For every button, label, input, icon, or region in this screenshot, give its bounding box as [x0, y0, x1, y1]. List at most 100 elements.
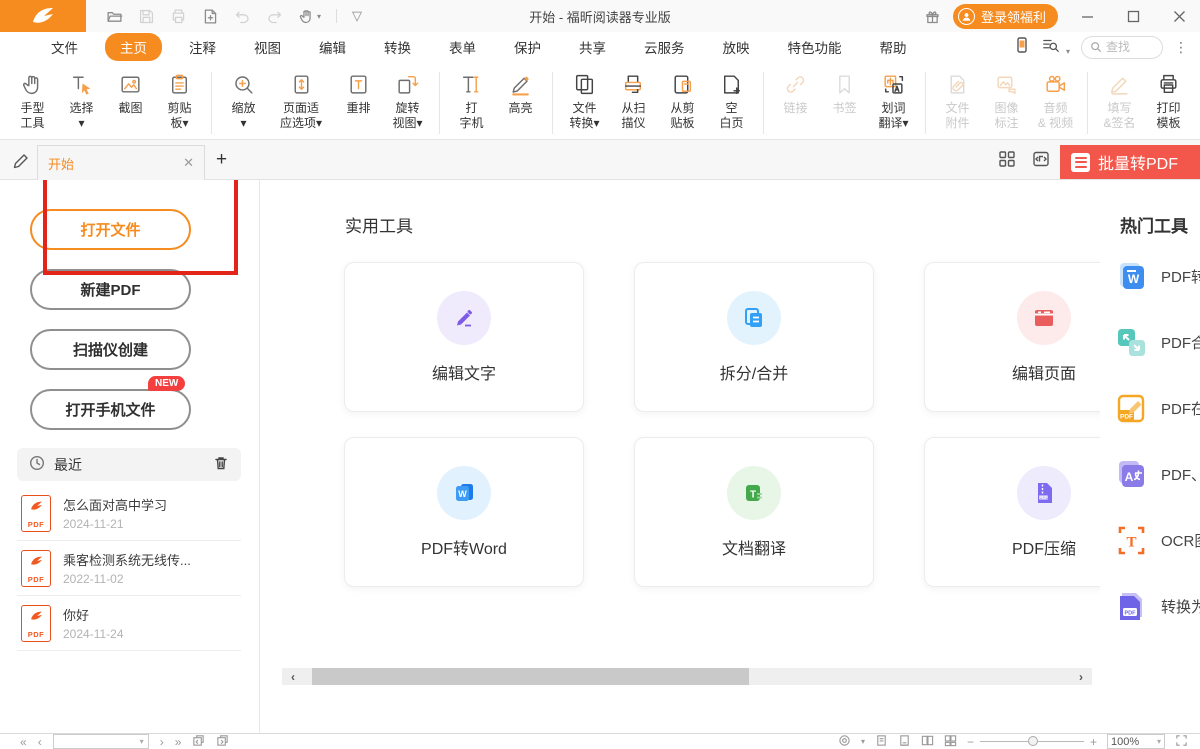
menu-features[interactable]: 特色功能 — [788, 33, 842, 61]
minimize-button[interactable] — [1070, 3, 1104, 29]
login-button[interactable]: 登录领福利 — [953, 4, 1058, 29]
previous-view-icon[interactable] — [192, 734, 205, 749]
search-list-icon[interactable]: ▾ — [1042, 36, 1070, 59]
zoom-level-select[interactable]: 100% ▾ — [1107, 734, 1165, 749]
recent-file-row[interactable]: PDF 乘客检测系统无线传... 2022-11-02 — [17, 541, 241, 596]
tab-close-icon[interactable]: ✕ — [183, 155, 194, 171]
fullscreen-icon[interactable] — [1175, 734, 1188, 749]
close-button[interactable] — [1162, 3, 1196, 29]
menu-form[interactable]: 表单 — [449, 33, 476, 61]
ribbon-from-clipboard[interactable]: 从剪贴板 — [659, 71, 706, 131]
customize-toolbar-icon[interactable]: ▽ — [352, 8, 362, 24]
tab-label: 开始 — [48, 154, 74, 173]
ribbon-rotate-view[interactable]: 旋转视图▾ — [384, 71, 431, 131]
ribbon-select[interactable]: 选择▾ — [58, 71, 105, 131]
zoom-in-icon[interactable]: + — [1090, 735, 1097, 749]
svg-text:PDF: PDF — [1039, 495, 1048, 500]
ribbon-typewriter[interactable]: 打字机 — [448, 71, 495, 131]
next-view-icon[interactable] — [216, 734, 229, 749]
card-pdf-to-word[interactable]: W PDF转Word — [344, 437, 584, 587]
collapse-ribbon-icon[interactable]: ⌃ — [1174, 124, 1182, 135]
pdf-word-icon: W — [1113, 258, 1150, 295]
hot-pdf-translate[interactable]: A PDF、 — [1113, 456, 1200, 493]
search-box[interactable] — [1081, 36, 1163, 59]
more-options-icon[interactable]: ⋮ — [1174, 39, 1188, 56]
scroll-right-icon[interactable]: › — [1070, 670, 1092, 684]
facing-continuous-icon[interactable] — [944, 734, 957, 749]
card-edit-text[interactable]: 编辑文字 — [344, 262, 584, 412]
menu-file[interactable]: 文件 — [51, 33, 78, 61]
search-input[interactable] — [1106, 40, 1150, 54]
new-tab-button[interactable]: + — [216, 149, 227, 171]
menu-help[interactable]: 帮助 — [880, 33, 907, 61]
scanner-create-button[interactable]: 扫描仪创建 — [30, 329, 191, 370]
menu-comment[interactable]: 注释 — [189, 33, 216, 61]
menu-share[interactable]: 共享 — [579, 33, 606, 61]
ribbon-highlight[interactable]: 高亮 — [497, 71, 544, 116]
menu-view[interactable]: 视图 — [254, 33, 281, 61]
rename-tab-icon[interactable] — [13, 151, 31, 174]
reading-mode-icon[interactable] — [1032, 150, 1050, 173]
facing-pages-icon[interactable] — [921, 734, 934, 749]
new-document-icon[interactable] — [202, 8, 219, 25]
hot-pdf-online-edit[interactable]: PDF PDF在 — [1113, 390, 1200, 427]
ribbon-print-template[interactable]: 打印模板 — [1145, 71, 1192, 131]
open-file-icon[interactable] — [106, 8, 123, 25]
ribbon-from-scanner[interactable]: 从扫描仪 — [610, 71, 657, 131]
recent-files-list: PDF 怎么面对高中学习 2024-11-21 PDF 乘客检测系统无线传...… — [17, 486, 241, 651]
batch-convert-pdf-banner[interactable]: 批量转PDF — [1060, 145, 1200, 179]
ribbon-clipboard[interactable]: 剪贴板▾ — [156, 71, 203, 131]
ribbon-zoom[interactable]: 缩放▾ — [220, 71, 267, 131]
maximize-button[interactable] — [1116, 3, 1150, 29]
card-split-merge[interactable]: 拆分/合并 — [634, 262, 874, 412]
page-number-select[interactable]: ▾ — [53, 734, 149, 749]
tab-start[interactable]: 开始 ✕ — [37, 145, 205, 180]
single-page-icon[interactable] — [875, 734, 888, 749]
ribbon-separator — [552, 72, 553, 134]
foxit-logo[interactable] — [0, 0, 86, 32]
zoom-slider-knob[interactable] — [1028, 736, 1038, 746]
loupe-tool-icon[interactable] — [838, 734, 851, 749]
zoom-out-icon[interactable]: − — [967, 735, 974, 749]
recent-file-row[interactable]: PDF 你好 2024-11-24 — [17, 596, 241, 651]
hot-pdf-to-word[interactable]: W PDF转 — [1113, 258, 1200, 295]
menu-convert[interactable]: 转换 — [384, 33, 411, 61]
grid-view-icon[interactable] — [998, 150, 1016, 173]
scrollbar-track[interactable] — [304, 668, 1070, 685]
open-mobile-file-button[interactable]: 打开手机文件 — [30, 389, 191, 430]
hand-gesture-icon[interactable]: ▾ — [298, 8, 321, 25]
pdf-file-icon: PDF — [21, 550, 51, 587]
menu-home[interactable]: 主页 — [105, 33, 162, 61]
title-bar: ▾ ▽ 开始 - 福昕阅读器专业版 登录领福利 — [0, 0, 1200, 32]
menu-protect[interactable]: 保护 — [514, 33, 541, 61]
scrollbar-thumb[interactable] — [312, 668, 749, 685]
svg-text:A: A — [1125, 470, 1134, 484]
hot-ocr[interactable]: T OCR图 — [1113, 522, 1200, 559]
ribbon-snapshot[interactable]: 截图 — [107, 71, 154, 116]
horizontal-scrollbar[interactable]: ‹ › — [282, 668, 1092, 685]
mobile-phone-icon[interactable] — [1013, 36, 1031, 59]
ribbon-reflow[interactable]: 重排 — [335, 71, 382, 116]
ribbon-translate[interactable]: 划词翻译▾ — [870, 71, 917, 131]
ribbon-hand-tool[interactable]: 手型工具 — [9, 71, 56, 131]
loupe-caret-icon[interactable]: ▾ — [861, 737, 865, 746]
scroll-left-icon[interactable]: ‹ — [282, 670, 304, 684]
link-icon — [783, 71, 808, 98]
new-pdf-button[interactable]: 新建PDF — [30, 269, 191, 310]
ribbon-file-convert[interactable]: 文件转换▾ — [561, 71, 608, 131]
hot-pdf-merge[interactable]: PDF合 — [1113, 324, 1200, 361]
menu-edit[interactable]: 编辑 — [319, 33, 346, 61]
menu-present[interactable]: 放映 — [723, 33, 750, 61]
recent-file-row[interactable]: PDF 怎么面对高中学习 2024-11-21 — [17, 486, 241, 541]
hot-convert-to-pdf[interactable]: PDF 转换为 — [1113, 588, 1200, 625]
gift-icon[interactable] — [924, 8, 941, 25]
open-file-button[interactable]: 打开文件 — [30, 209, 191, 250]
clock-icon — [29, 455, 45, 474]
continuous-page-icon[interactable] — [898, 734, 911, 749]
card-doc-translate[interactable]: T 文档翻译 — [634, 437, 874, 587]
clear-recent-icon[interactable] — [213, 455, 229, 474]
zoom-slider[interactable]: − + — [967, 735, 1097, 749]
menu-cloud[interactable]: 云服务 — [644, 33, 685, 61]
ribbon-page-fit[interactable]: 页面适应选项▾ — [269, 71, 333, 131]
ribbon-blank-page[interactable]: 空白页 — [708, 71, 755, 131]
